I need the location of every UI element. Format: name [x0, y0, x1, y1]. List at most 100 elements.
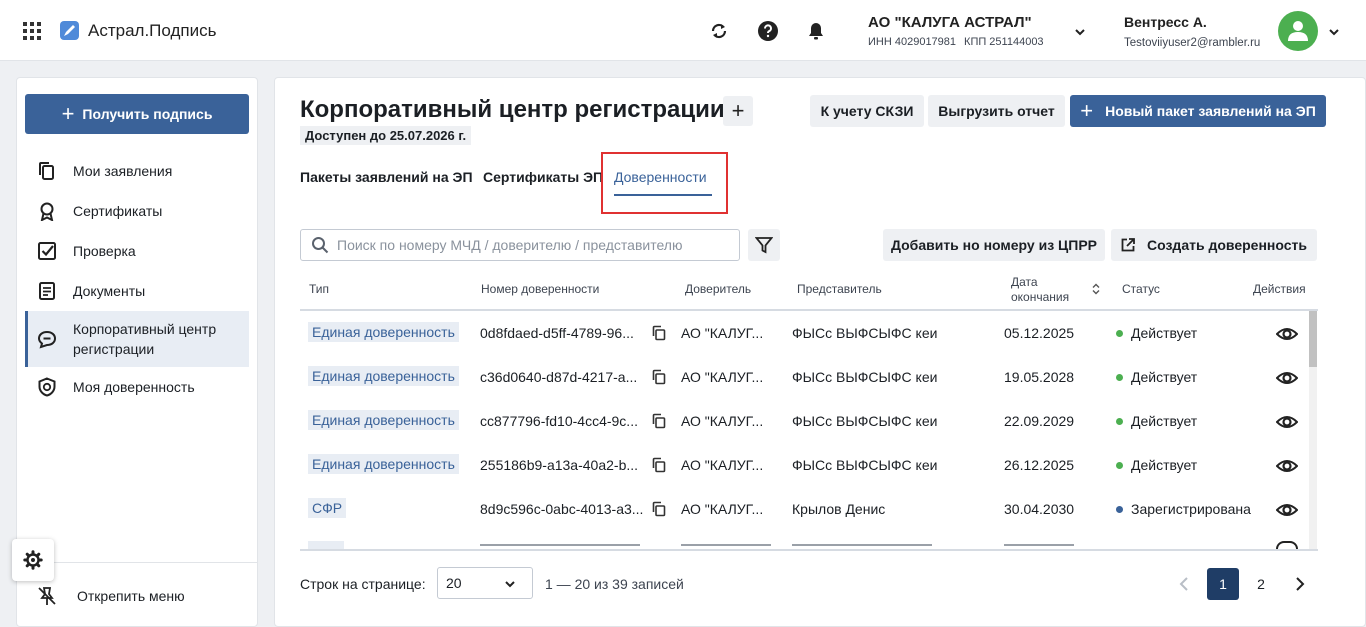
column-header-status[interactable]: Статус — [1122, 282, 1160, 296]
create-poa-button[interactable]: Создать доверенность — [1111, 229, 1317, 261]
get-signature-button[interactable]: + Получить подпись — [25, 94, 249, 134]
sidebar-item-corporate-center[interactable]: Корпоративный центр регистрации — [25, 311, 249, 367]
chevron-down-icon — [505, 581, 515, 588]
column-header-actions: Действия — [1253, 282, 1306, 296]
get-signature-label: Получить подпись — [82, 106, 213, 122]
avatar[interactable] — [1278, 11, 1318, 51]
org-name[interactable]: АО "КАЛУГА АСТРАЛ" — [868, 14, 1032, 31]
sidebar-item-my-applications[interactable]: Мои заявления — [25, 151, 249, 191]
rows-per-page-label: Строк на странице: — [300, 576, 426, 592]
eye-icon[interactable] — [1276, 499, 1298, 521]
external-link-icon — [1121, 238, 1135, 252]
sidebar-item-label: Моя доверенность — [73, 379, 195, 395]
app-name[interactable]: Астрал.Подпись — [88, 21, 216, 41]
copy-icon[interactable] — [651, 369, 667, 385]
type-badge: Единая доверенность — [308, 322, 459, 342]
unpin-menu-label: Открепить меню — [77, 588, 185, 604]
plus-icon: + — [61, 101, 75, 126]
copy-icon[interactable] — [651, 457, 667, 473]
documents-copy-icon — [39, 162, 54, 180]
bell-icon[interactable] — [806, 21, 826, 41]
new-package-label: Новый пакет заявлений на ЭП — [1105, 103, 1316, 119]
column-header-type[interactable]: Тип — [309, 282, 329, 296]
copy-icon[interactable] — [651, 501, 667, 517]
sidebar-item-label: Корпоративный центр регистрации — [73, 321, 217, 357]
table-row[interactable]: СФР 8d9c596c-0abc-4013-a3... АО "КАЛУГ..… — [300, 487, 1310, 531]
column-header-number[interactable]: Номер доверенности — [481, 282, 599, 296]
prev-page-icon[interactable] — [1177, 574, 1193, 594]
user-name[interactable]: Вентресс А. — [1124, 14, 1207, 30]
gear-icon — [23, 550, 43, 570]
page-button-1[interactable]: 1 — [1207, 568, 1239, 600]
sort-icon[interactable] — [1092, 283, 1100, 295]
document-lines-icon — [39, 282, 55, 300]
representative: ФЫСс ВЫФСЫФС кеи — [792, 369, 938, 385]
sidebar-item-certificates[interactable]: Сертификаты — [25, 191, 249, 231]
shield-check-icon — [38, 377, 56, 397]
sidebar-item-label: Документы — [73, 283, 146, 299]
column-header-end-date[interactable]: Дата окончания — [1011, 275, 1069, 305]
rows-per-page-select[interactable]: 20 — [437, 567, 533, 599]
table-row[interactable]: Единая доверенность cc877796-fd10-4cc4-9… — [300, 399, 1310, 443]
org-kpp: КПП 251144003 — [964, 36, 1044, 48]
sidebar-item-my-poa[interactable]: Моя доверенность — [25, 367, 249, 407]
search-input[interactable]: Поиск по номеру МЧД / доверителю / предс… — [300, 229, 740, 261]
table-row[interactable]: Единая доверенность c36d0640-d87d-4217-a… — [300, 355, 1310, 399]
text-fragment — [480, 544, 640, 546]
type-badge: Единая доверенность — [308, 366, 459, 386]
next-page-icon[interactable] — [1291, 574, 1307, 594]
eye-icon[interactable] — [1276, 411, 1298, 433]
sync-icon[interactable] — [709, 21, 729, 41]
table-row-partial[interactable] — [300, 539, 1310, 549]
new-package-button[interactable]: + Новый пакет заявлений на ЭП — [1070, 95, 1326, 127]
end-date: 05.12.2025 — [1004, 325, 1075, 341]
title-add-button[interactable]: + — [723, 96, 753, 126]
type-badge: СФР — [308, 498, 347, 518]
page-button-2[interactable]: 2 — [1245, 568, 1277, 600]
award-ribbon-icon — [40, 202, 54, 221]
add-by-number-button[interactable]: Добавить но номеру из ЦПРР — [883, 229, 1105, 261]
org-chevron-down-icon[interactable] — [1074, 26, 1086, 38]
tab-ep-certificates[interactable]: Сертификаты ЭП — [483, 169, 603, 185]
export-report-button[interactable]: Выгрузить отчет — [928, 95, 1065, 127]
principal: АО "КАЛУГ... — [681, 413, 764, 429]
type-badge: Единая доверенность — [308, 454, 459, 474]
skzi-accounting-button[interactable]: К учету СКЗИ — [810, 95, 924, 127]
filter-button[interactable] — [748, 229, 780, 261]
eye-icon[interactable] — [1276, 455, 1298, 477]
settings-button[interactable] — [12, 539, 54, 581]
user-icon — [1288, 21, 1308, 41]
eye-icon[interactable] — [1276, 323, 1298, 345]
text-fragment — [1004, 544, 1074, 546]
copy-icon[interactable] — [651, 413, 667, 429]
table-bottom-divider — [300, 549, 1318, 551]
user-email: Testoviiyuser2@rambler.ru — [1124, 37, 1261, 49]
scrollbar-thumb[interactable] — [1309, 311, 1317, 367]
table-scrollbar[interactable] — [1309, 311, 1317, 549]
create-poa-label: Создать доверенность — [1147, 237, 1307, 253]
apps-grid-icon[interactable] — [23, 22, 41, 40]
principal: АО "КАЛУГ... — [681, 457, 764, 473]
representative: ФЫСс ВЫФСЫФС кеи — [792, 413, 938, 429]
status-text: Действует — [1131, 325, 1198, 341]
search-icon — [312, 237, 329, 254]
plus-icon: + — [1080, 98, 1094, 123]
copy-icon[interactable] — [651, 325, 667, 341]
help-icon[interactable] — [758, 21, 778, 41]
pen-icon — [64, 25, 75, 36]
poa-number: cc877796-fd10-4cc4-9c... — [480, 413, 638, 429]
sidebar-item-verification[interactable]: Проверка — [25, 231, 249, 271]
unpin-menu-button[interactable]: Открепить меню — [37, 586, 185, 606]
column-header-representative[interactable]: Представитель — [797, 282, 882, 296]
user-chevron-down-icon[interactable] — [1328, 26, 1340, 38]
end-date: 30.04.2030 — [1004, 501, 1075, 517]
sidebar-item-documents[interactable]: Документы — [25, 271, 249, 311]
status-text: Действует — [1131, 369, 1198, 385]
eye-icon[interactable] — [1276, 367, 1298, 389]
table-row[interactable]: Единая доверенность 0d8fdaed-d5ff-4789-9… — [300, 311, 1310, 355]
table-row[interactable]: Единая доверенность 255186b9-a13a-40a2-b… — [300, 443, 1310, 487]
tab-ep-packages[interactable]: Пакеты заявлений на ЭП — [300, 169, 473, 185]
search-placeholder: Поиск по номеру МЧД / доверителю / предс… — [337, 237, 683, 253]
status-dot — [1116, 330, 1123, 337]
column-header-principal[interactable]: Доверитель — [685, 282, 751, 296]
